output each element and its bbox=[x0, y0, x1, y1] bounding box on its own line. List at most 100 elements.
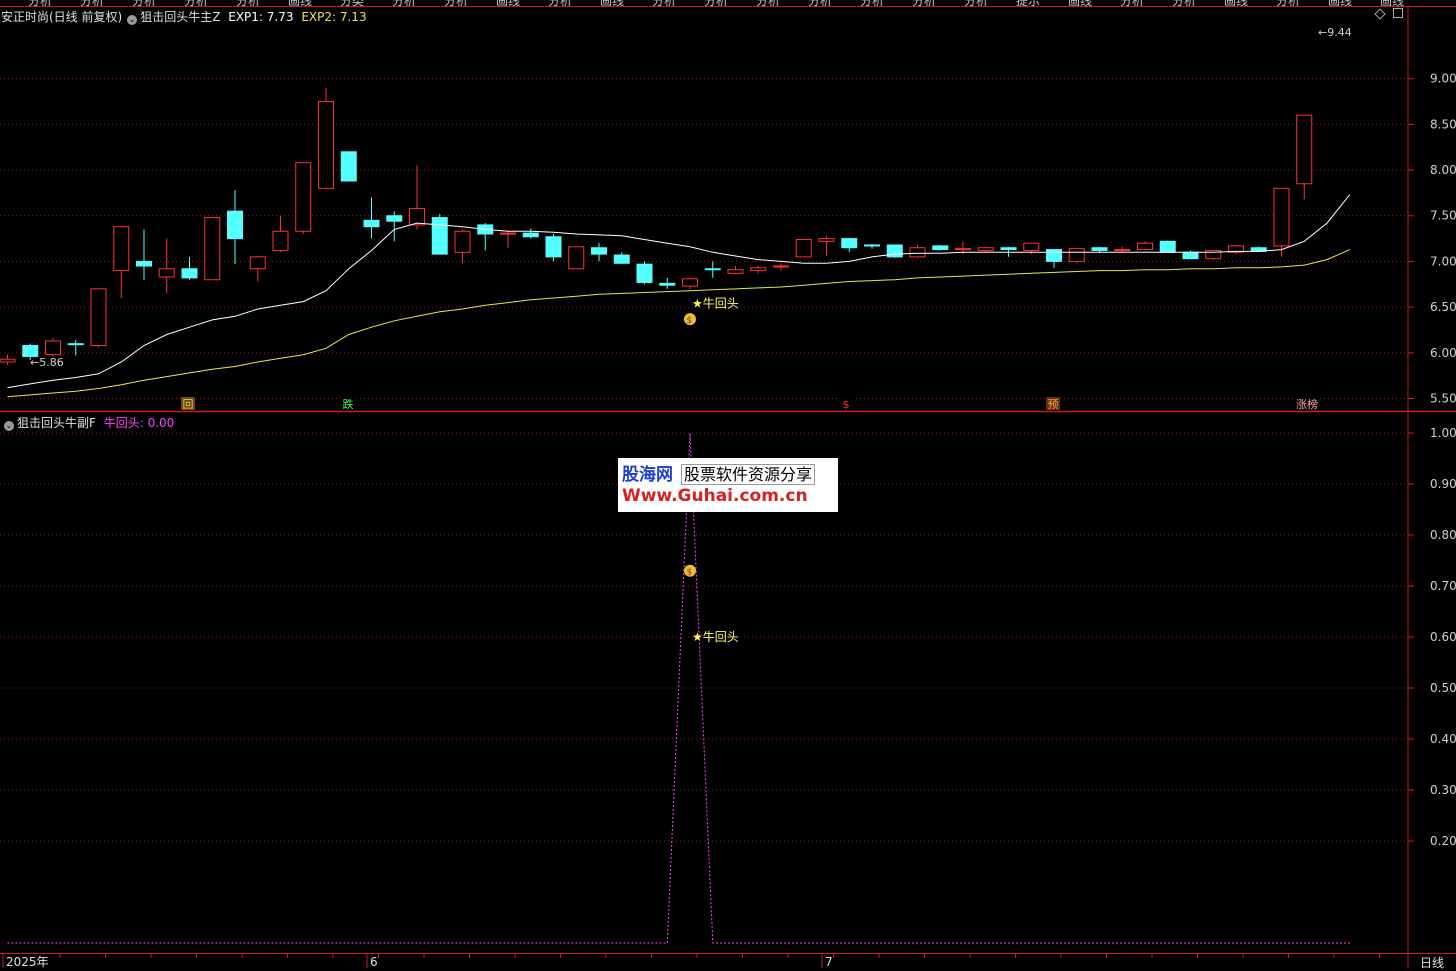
time-axis-label: 7 bbox=[825, 955, 833, 968]
price-tick-label: 8.50 bbox=[1430, 117, 1456, 131]
candle-body bbox=[340, 151, 357, 182]
high-price-label: ←9.44 bbox=[1318, 26, 1352, 39]
candle-body bbox=[704, 268, 721, 271]
sub-tick-label: 0.40 bbox=[1430, 732, 1456, 746]
signal-marker: 涨榜 bbox=[1296, 397, 1318, 411]
candle-body bbox=[750, 267, 767, 272]
main-header: 安正时尚(日线 前复权) ⌄ 狙击回头牛主Z EXP1: 7.73 EXP2: 7.… bbox=[1, 8, 367, 25]
stock-title: 安正时尚(日线 前复权) bbox=[1, 10, 123, 24]
candle-body bbox=[431, 217, 448, 255]
candle-body bbox=[158, 268, 175, 278]
signal-marker: 预 bbox=[1048, 398, 1059, 411]
candle-body bbox=[864, 244, 880, 247]
window-toggle-icon[interactable] bbox=[1393, 8, 1403, 18]
candle-body bbox=[1159, 240, 1176, 253]
candle-body bbox=[22, 345, 39, 357]
candle-body bbox=[841, 238, 858, 249]
candle-body bbox=[1068, 248, 1085, 262]
exp2-readout: EXP2: 7.13 bbox=[301, 10, 367, 24]
signal-sub-label: ★牛回头 bbox=[692, 629, 739, 644]
candle-body bbox=[1273, 187, 1290, 247]
sub-tick-label: 0.50 bbox=[1430, 681, 1456, 695]
candle-body bbox=[113, 226, 130, 272]
watermark-url: Www.Guhai.com.cn bbox=[622, 486, 808, 506]
signal-label: ★牛回头 bbox=[692, 296, 739, 311]
sub-tick-label: 0.30 bbox=[1430, 783, 1456, 797]
candle-body bbox=[500, 232, 516, 235]
indicator-name[interactable]: 狙击回头牛主Z bbox=[140, 10, 220, 24]
candle-body bbox=[1182, 251, 1199, 260]
sub-tick-label: 0.60 bbox=[1430, 630, 1456, 644]
candle-body bbox=[591, 247, 607, 255]
price-tick-label: 7.00 bbox=[1430, 254, 1456, 268]
candle-body bbox=[909, 247, 926, 258]
candle-body bbox=[773, 265, 789, 268]
price-tick-label: 6.00 bbox=[1430, 346, 1456, 360]
signal-marker: 回 bbox=[183, 398, 194, 411]
watermark-slogan: 股票软件资源分享 bbox=[681, 464, 816, 485]
settings-circle-icon[interactable]: ⌄ bbox=[4, 421, 14, 431]
candle-body bbox=[795, 239, 812, 258]
sub-tick-label: 0.20 bbox=[1430, 834, 1456, 848]
candle-body bbox=[818, 238, 835, 242]
sub-header: ⌄ 狙击回头牛副F 牛回头: 0.00 bbox=[1, 414, 174, 431]
candle-body bbox=[363, 219, 380, 228]
candle-body bbox=[932, 245, 949, 251]
candle-body bbox=[1137, 242, 1153, 251]
candle-body bbox=[409, 207, 425, 226]
candle-body bbox=[636, 263, 653, 283]
candle-body bbox=[682, 278, 698, 287]
candle-body bbox=[454, 230, 471, 253]
candle-body bbox=[227, 210, 243, 240]
candle-body bbox=[318, 101, 334, 189]
candle-body bbox=[522, 232, 539, 238]
candle-body bbox=[613, 254, 630, 264]
money-bag-icon-glyph: $ bbox=[687, 568, 693, 578]
price-tick-label: 6.50 bbox=[1430, 300, 1456, 314]
candle-body bbox=[1046, 249, 1062, 262]
sub-tick-label: 0.90 bbox=[1430, 477, 1456, 491]
candle-body bbox=[67, 343, 84, 346]
period-label[interactable]: 日线 bbox=[1420, 954, 1444, 971]
candle-body bbox=[1091, 247, 1108, 251]
watermark: 股海网 股票软件资源分享 Www.Guhai.com.cn bbox=[618, 458, 838, 512]
sub-tick-label: 0.70 bbox=[1430, 579, 1456, 593]
candle-body bbox=[386, 215, 403, 222]
candle-body bbox=[727, 269, 744, 274]
sub-value-readout: 牛回头: 0.00 bbox=[103, 416, 175, 430]
candle-body bbox=[249, 256, 266, 270]
candle-body bbox=[545, 236, 562, 258]
candle-body bbox=[136, 260, 152, 267]
candle-body bbox=[295, 162, 312, 232]
watermark-brand: 股海网 bbox=[622, 465, 673, 485]
signal-marker: $ bbox=[843, 398, 850, 411]
exp1-readout: EXP1: 7.73 bbox=[228, 10, 294, 24]
price-tick-label: 9.00 bbox=[1430, 72, 1456, 86]
candle-body bbox=[659, 282, 676, 286]
money-bag-icon-glyph: $ bbox=[687, 316, 693, 326]
low-price-label: ←5.86 bbox=[30, 356, 64, 369]
price-tick-label: 7.50 bbox=[1430, 209, 1456, 223]
candle-body bbox=[181, 268, 198, 279]
candle-body bbox=[0, 358, 16, 363]
candle-body bbox=[1000, 247, 1017, 251]
time-axis-label: 6 bbox=[370, 955, 378, 968]
candle-body bbox=[1114, 249, 1131, 252]
candle-body bbox=[1296, 114, 1313, 185]
time-axis-label: 2025年 bbox=[6, 955, 49, 968]
settings-circle-icon[interactable]: ⌄ bbox=[127, 15, 138, 25]
candle-body bbox=[90, 288, 107, 347]
price-tick-label: 8.00 bbox=[1430, 163, 1456, 177]
signal-marker: 跌 bbox=[343, 397, 354, 411]
candle-body bbox=[977, 247, 994, 251]
candle-body bbox=[45, 340, 61, 356]
sub-tick-label: 1.00 bbox=[1430, 426, 1456, 440]
candle-body bbox=[568, 246, 585, 270]
sub-indicator-name[interactable]: 狙击回头牛副F bbox=[17, 416, 96, 430]
candle-body bbox=[955, 248, 971, 251]
candle-body bbox=[204, 217, 221, 281]
candle-body bbox=[272, 230, 289, 251]
candle-body bbox=[1023, 242, 1040, 251]
sub-tick-label: 0.80 bbox=[1430, 528, 1456, 542]
price-tick-label: 5.50 bbox=[1430, 392, 1456, 406]
